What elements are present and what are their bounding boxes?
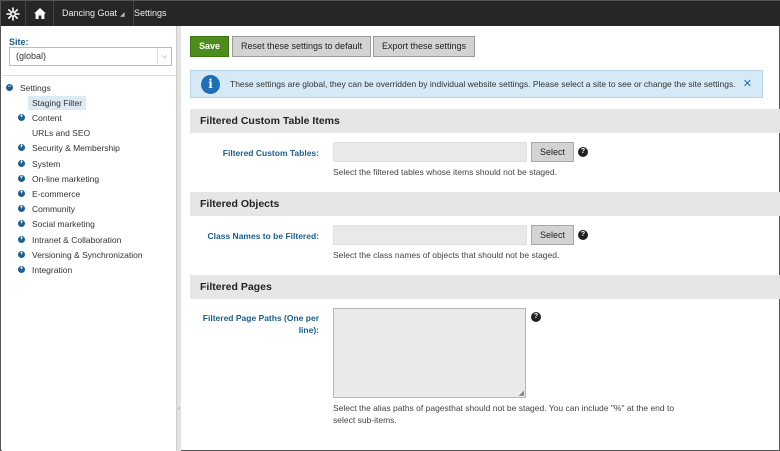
reset-settings-button[interactable]: Reset these settings to default [232, 36, 372, 57]
collapse-handle-icon[interactable]: ‹ [177, 402, 181, 416]
page-paths-hint-line1: Select the alias paths of pagesthat shou… [333, 403, 675, 413]
site-switcher-label: Dancing Goat [62, 8, 118, 18]
site-select[interactable]: (global) ⌵ [9, 47, 172, 66]
export-settings-button[interactable]: Export these settings [373, 36, 476, 57]
info-icon: i [201, 75, 220, 94]
site-select-value: (global) [16, 51, 47, 61]
expand-icon[interactable]: + [18, 220, 25, 227]
divider [2, 75, 176, 76]
expand-icon[interactable]: + [18, 205, 25, 212]
close-icon[interactable]: ✕ [743, 71, 752, 97]
tree-item-label: Integration [32, 265, 73, 275]
tree-item-label: Intranet & Collaboration [32, 235, 122, 245]
page-paths-hint: Select the alias paths of pagesthat shou… [333, 402, 683, 426]
expand-icon[interactable]: + [18, 266, 25, 273]
tree-item-label: Social marketing [32, 219, 95, 229]
tree-item-label: On-line marketing [32, 174, 100, 184]
select-class-names-button[interactable]: Select [531, 225, 574, 245]
custom-tables-label: Filtered Custom Tables: [222, 148, 319, 158]
info-message-text: These settings are global, they can be o… [230, 79, 736, 89]
save-button[interactable]: Save [190, 36, 230, 57]
section-objects-title: Filtered Objects [190, 192, 780, 216]
chevron-down-icon: ⌵ [157, 48, 171, 65]
app-logo-icon[interactable] [1, 1, 26, 26]
tree-root-label: Settings [20, 83, 51, 93]
expand-icon[interactable]: + [18, 251, 25, 258]
class-names-label: Class Names to be Filtered: [207, 231, 319, 241]
breadcrumb-app[interactable]: Settings [126, 1, 175, 26]
help-icon[interactable]: ? [578, 230, 588, 240]
home-icon[interactable] [26, 1, 54, 26]
expand-icon[interactable]: + [18, 114, 25, 121]
page-paths-hint-line2: select sub-items. [333, 415, 397, 425]
tree-item-label: System [32, 159, 61, 169]
tree-item-label: Versioning & Synchronization [32, 250, 143, 260]
page-paths-label-line2: line): [298, 325, 319, 335]
expand-icon[interactable]: + [18, 160, 25, 167]
class-names-hint: Select the class names of objects that s… [333, 250, 560, 260]
resize-handle-icon[interactable]: ◢ [519, 389, 524, 397]
info-message: i These settings are global, they can be… [190, 70, 763, 98]
custom-tables-field[interactable] [333, 142, 527, 162]
site-switcher[interactable]: Dancing Goat ◢ [54, 1, 134, 26]
expand-icon[interactable]: + [18, 175, 25, 182]
section-custom-tables-title: Filtered Custom Table Items [190, 109, 780, 133]
tree-item-label: Staging Filter [28, 96, 87, 110]
help-icon[interactable]: ? [531, 312, 541, 322]
main-content: Save Reset these settings to default Exp… [182, 26, 780, 451]
tree-item-label: Security & Membership [32, 143, 120, 153]
expand-icon[interactable]: + [18, 190, 25, 197]
select-custom-tables-button[interactable]: Select [531, 142, 574, 162]
app-window: Dancing Goat ◢ Settings Site: (global) ⌵ … [0, 0, 780, 451]
top-bar: Dancing Goat ◢ Settings [1, 1, 780, 26]
site-label: Site: [9, 37, 29, 47]
tree-item-label: Community [32, 204, 75, 214]
tree-item-label: E-commerce [32, 189, 81, 199]
section-pages-title: Filtered Pages [190, 275, 780, 299]
page-paths-label-line1: Filtered Page Paths (One per [202, 313, 319, 323]
help-icon[interactable]: ? [578, 147, 588, 157]
chevron-down-icon: ◢ [120, 12, 125, 18]
page-paths-label: Filtered Page Paths (One per line): [187, 312, 319, 336]
tree-item-label: URLs and SEO [32, 128, 91, 138]
page-paths-textarea[interactable]: ◢ [333, 308, 526, 398]
custom-tables-hint: Select the filtered tables whose items s… [333, 167, 557, 177]
class-names-field[interactable] [333, 225, 527, 245]
collapse-icon[interactable]: − [6, 84, 13, 91]
tree-item-label: Content [32, 113, 62, 123]
sidebar: Site: (global) ⌵ − Settings Staging Filt… [2, 26, 176, 451]
expand-icon[interactable]: + [18, 236, 25, 243]
expand-icon[interactable]: + [18, 144, 25, 151]
panel-splitter[interactable]: ‹ [176, 26, 181, 451]
